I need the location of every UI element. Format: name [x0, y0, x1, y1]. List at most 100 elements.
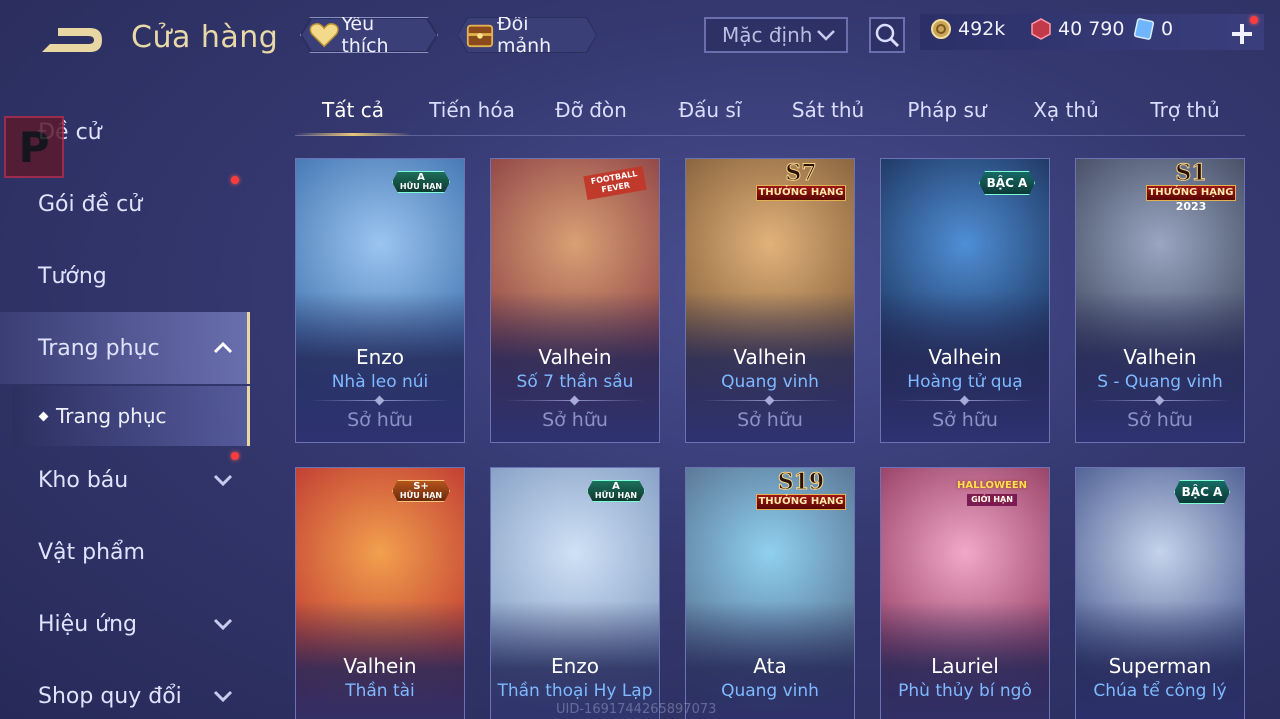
voucher-value: 40 790 [1058, 18, 1125, 40]
tab-evolution[interactable]: Tiến hóa [414, 98, 530, 122]
sidebar-item-label: Tướng [38, 263, 107, 289]
badge-grade: A [417, 172, 425, 183]
sort-dropdown[interactable]: Mặc định [704, 17, 848, 53]
chevron-down-icon [213, 690, 233, 703]
voucher-balance: 40 790 [1030, 18, 1124, 40]
hero-name: Enzo [355, 345, 405, 369]
tab-label: Sát thủ [791, 98, 865, 122]
skin-card[interactable]: HALLOWEEN GIỚI HẠN Lauriel Phù thủy bí n… [880, 467, 1050, 719]
tab-marksman[interactable]: Xạ thủ [1008, 98, 1124, 122]
tab-support[interactable]: Trợ thủ [1127, 98, 1243, 122]
exchange-shards-button[interactable]: Đổi mảnh [457, 17, 597, 53]
back-arrow-icon[interactable] [36, 22, 106, 58]
add-currency-button[interactable] [1228, 20, 1256, 48]
favorites-label: Yêu thích [341, 13, 389, 57]
badge-text: HỮU HẠN [399, 182, 443, 191]
hero-name: Ata [753, 654, 787, 678]
favorites-button[interactable]: Yêu thích [300, 17, 438, 53]
tab-fighter[interactable]: Đấu sĩ [652, 98, 768, 122]
tab-label: Xạ thủ [1033, 98, 1099, 122]
tab-tank[interactable]: Đỡ đòn [533, 98, 649, 122]
search-button[interactable] [869, 17, 905, 53]
owned-status: Sở hữu [737, 409, 803, 431]
skin-card[interactable]: S19 THƯỞNG HẠNG Ata Quang vinh [685, 467, 855, 719]
sidebar-item-effects[interactable]: Hiệu ứng [0, 588, 250, 660]
skin-card[interactable]: FOOTBALL FEVER Valhein Số 7 thần sầu Sở … [490, 158, 660, 443]
sidebar-item-label: Gói đề cử [38, 191, 143, 217]
currency-notification-dot [1250, 16, 1258, 24]
hero-name: Superman [1108, 654, 1212, 678]
gold-value: 492k [958, 18, 1006, 40]
hero-name: Valhein [538, 345, 612, 369]
owned-status: Sở hữu [347, 409, 413, 431]
exchange-shards-label: Đổi mảnh [496, 13, 552, 57]
top-bar: Cửa hàng Yêu thích Đổi mảnh Mặc định 492… [0, 0, 1280, 72]
card-divider [505, 400, 645, 401]
card-divider [700, 400, 840, 401]
badge-grade: S+ [413, 481, 429, 492]
tab-mage[interactable]: Pháp sư [889, 98, 1005, 122]
skin-name: Số 7 thần sầu [516, 372, 634, 392]
skin-name: Quang vinh [721, 372, 819, 392]
tab-label: Tất cả [322, 98, 384, 122]
blue-ticket-icon [1133, 18, 1155, 40]
sidebar-item-exchange-shop[interactable]: Shop quy đổi [0, 660, 250, 719]
sidebar-item-label: Kho báu [38, 467, 129, 493]
skin-card[interactable]: BẬC A Valhein Hoàng tử quạ Sở hữu [880, 158, 1050, 443]
tab-label: Đỡ đòn [555, 98, 627, 122]
grade-a-limited-badge: A HỮU HẠN [392, 171, 450, 193]
skin-name: Hoàng tử quạ [907, 372, 1023, 392]
badge-text: HALLOWEEN [956, 480, 1028, 491]
ticket-value: 0 [1161, 18, 1174, 40]
tab-all[interactable]: Tất cả [295, 98, 411, 136]
sidebar-item-skins[interactable]: Trang phục [0, 312, 250, 384]
card-divider [895, 400, 1035, 401]
skin-grid: A HỮU HẠN Enzo Nhà leo núi Sở hữu FOOTBA… [295, 158, 1245, 719]
sidebar-subitem-skins[interactable]: Trang phục [12, 386, 250, 446]
skin-card[interactable]: A HỮU HẠN Enzo Nhà leo núi Sở hữu [295, 158, 465, 443]
hero-name: Valhein [928, 345, 1002, 369]
tab-label: Tiến hóa [429, 98, 515, 122]
season-rank-badge: S19 THƯỞNG HẠNG [756, 470, 846, 514]
heart-icon [309, 21, 339, 49]
search-icon [875, 23, 900, 48]
sidebar-item-treasure[interactable]: Kho báu [0, 444, 250, 516]
hero-name: Lauriel [931, 654, 999, 678]
badge-season: S1 [1175, 160, 1207, 186]
skin-card[interactable]: A HỮU HẠN Enzo Thần thoại Hy Lạp [490, 467, 660, 719]
page-title: Cửa hàng [131, 20, 279, 55]
badge-year: 2023 [1175, 200, 1207, 213]
sidebar-item-label: Vật phẩm [38, 539, 145, 565]
gold-balance: 492k [930, 18, 1005, 40]
chevron-down-icon [213, 618, 233, 631]
tab-label: Trợ thủ [1150, 98, 1220, 122]
badge-grade: A [612, 481, 620, 492]
badge-rank-text: THƯỞNG HẠNG [756, 185, 846, 201]
tab-label: Pháp sư [907, 98, 987, 122]
skin-card[interactable]: S1 THƯỞNG HẠNG 2023 Valhein S - Quang vi… [1075, 158, 1245, 443]
sidebar-item-label: Hiệu ứng [38, 611, 137, 637]
skin-card[interactable]: S7 THƯỞNG HẠNG Valhein Quang vinh Sở hữu [685, 158, 855, 443]
card-divider [1090, 400, 1230, 401]
category-tabs: Tất cả Tiến hóa Đỡ đòn Đấu sĩ Sát thủ Ph… [295, 92, 1245, 136]
overlay-app-logo[interactable]: P [4, 116, 64, 178]
skin-name: Thần thoại Hy Lạp [497, 681, 653, 701]
badge-text: HỮU HẠN [594, 491, 638, 500]
bullet-icon [38, 411, 49, 421]
tab-assassin[interactable]: Sát thủ [770, 98, 886, 122]
skin-name: Quang vinh [721, 681, 819, 701]
treasure-notification-dot [231, 452, 239, 460]
chevron-up-icon [213, 341, 233, 354]
hero-name: Valhein [733, 345, 807, 369]
sidebar-item-heroes[interactable]: Tướng [0, 240, 250, 312]
card-divider [310, 400, 450, 401]
skin-card[interactable]: BẬC A Superman Chúa tể công lý [1075, 467, 1245, 719]
skin-name: Chúa tể công lý [1093, 681, 1227, 701]
sidebar-item-items[interactable]: Vật phẩm [0, 516, 250, 588]
badge-season: S19 [777, 469, 825, 495]
sidebar-item-recommended-bundles[interactable]: Gói đề cử [0, 168, 250, 240]
badge-text: HỮU HẠN [399, 491, 443, 500]
skin-card[interactable]: S+ HỮU HẠN Valhein Thần tài [295, 467, 465, 719]
skin-name: Nhà leo núi [331, 372, 429, 392]
season-rank-badge: S1 THƯỞNG HẠNG 2023 [1146, 160, 1236, 213]
